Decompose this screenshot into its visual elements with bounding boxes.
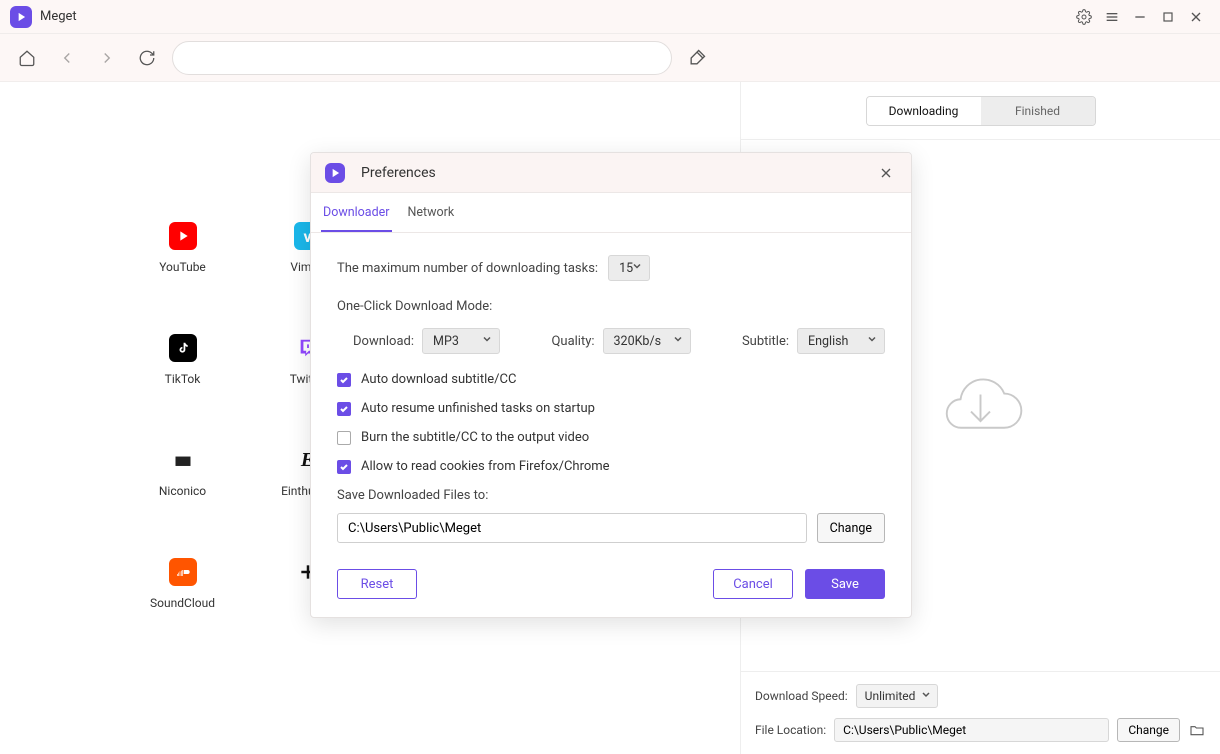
- checkbox-auto-subtitle[interactable]: [337, 373, 351, 387]
- preferences-dialog: Preferences Downloader Network The maxim…: [310, 152, 912, 618]
- theme-icon[interactable]: [682, 43, 712, 73]
- close-button[interactable]: [1182, 3, 1210, 31]
- site-tiktok[interactable]: TikTok: [120, 334, 245, 386]
- save-path-input[interactable]: [337, 513, 807, 543]
- chevron-down-icon: [673, 334, 683, 349]
- checkbox-auto-resume[interactable]: [337, 402, 351, 416]
- oneclick-label: One-Click Download Mode:: [337, 299, 885, 314]
- settings-icon[interactable]: [1070, 3, 1098, 31]
- chevron-down-icon: [867, 334, 877, 349]
- site-label: YouTube: [159, 260, 206, 274]
- quality-label: Quality:: [551, 334, 594, 349]
- maximize-button[interactable]: [1154, 3, 1182, 31]
- minimize-button[interactable]: [1126, 3, 1154, 31]
- titlebar: Meget: [0, 0, 1220, 34]
- reload-button[interactable]: [132, 43, 162, 73]
- forward-button[interactable]: [92, 43, 122, 73]
- reset-button[interactable]: Reset: [337, 569, 417, 599]
- app-icon: [10, 6, 32, 28]
- back-button[interactable]: [52, 43, 82, 73]
- dialog-title: Preferences: [361, 165, 436, 181]
- downloads-segmented: Downloading Finished: [866, 96, 1096, 126]
- site-label: TikTok: [165, 372, 201, 386]
- max-tasks-label: The maximum number of downloading tasks:: [337, 261, 598, 276]
- empty-cloud-icon: [933, 364, 1028, 448]
- site-label: Niconico: [159, 484, 206, 498]
- checkbox-read-cookies[interactable]: [337, 460, 351, 474]
- save-path-change-button[interactable]: Change: [817, 513, 885, 543]
- subtitle-lang-label: Subtitle:: [742, 334, 789, 349]
- url-input[interactable]: [172, 41, 672, 75]
- download-format-select[interactable]: MP3: [422, 328, 500, 354]
- close-icon[interactable]: [875, 162, 897, 184]
- site-soundcloud[interactable]: SoundCloud: [120, 558, 245, 610]
- site-label: SoundCloud: [150, 596, 215, 610]
- menu-icon[interactable]: [1098, 3, 1126, 31]
- quality-select[interactable]: 320Kb/s: [603, 328, 691, 354]
- subtitle-select[interactable]: English: [797, 328, 885, 354]
- download-format-label: Download:: [353, 334, 414, 349]
- cancel-button[interactable]: Cancel: [713, 569, 793, 599]
- location-change-button[interactable]: Change: [1117, 718, 1180, 742]
- tab-network[interactable]: Network: [406, 195, 457, 232]
- app-title: Meget: [40, 9, 77, 24]
- site-youtube[interactable]: YouTube: [120, 222, 245, 274]
- max-tasks-select[interactable]: 15: [608, 255, 650, 281]
- checkbox-burn-subtitle[interactable]: [337, 431, 351, 445]
- tab-downloader[interactable]: Downloader: [321, 195, 392, 232]
- toolbar: [0, 34, 1220, 82]
- open-folder-icon[interactable]: [1188, 721, 1206, 739]
- save-button[interactable]: Save: [805, 569, 885, 599]
- chevron-down-icon: [482, 334, 492, 349]
- tab-downloading[interactable]: Downloading: [867, 97, 981, 125]
- save-to-label: Save Downloaded Files to:: [337, 488, 885, 503]
- location-input[interactable]: [834, 718, 1109, 742]
- home-button[interactable]: [12, 43, 42, 73]
- app-icon: [325, 163, 345, 183]
- location-label: File Location:: [755, 723, 826, 737]
- chevron-down-icon: [632, 261, 642, 276]
- site-niconico[interactable]: Niconico: [120, 446, 245, 498]
- speed-select[interactable]: Unlimited: [856, 684, 939, 708]
- speed-label: Download Speed:: [755, 689, 848, 703]
- tab-finished[interactable]: Finished: [981, 97, 1095, 125]
- chevron-down-icon: [921, 689, 931, 703]
